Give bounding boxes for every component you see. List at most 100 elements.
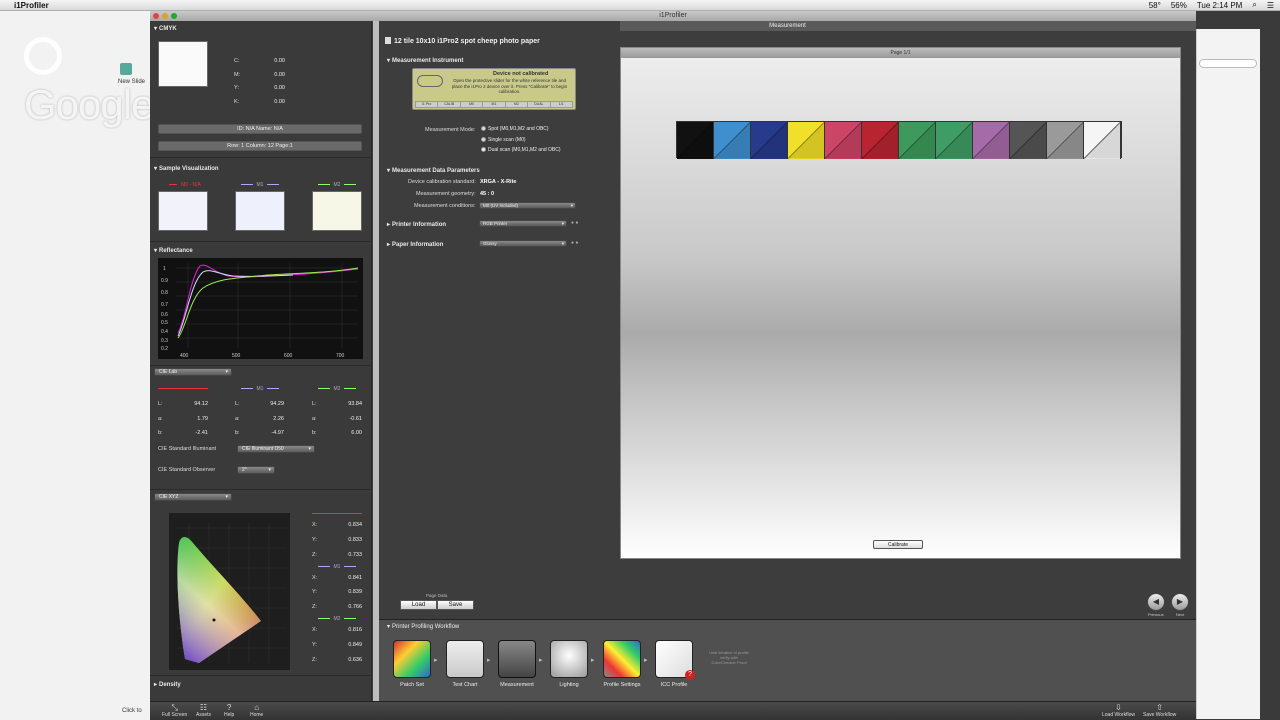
color-patch xyxy=(1047,122,1084,159)
xyz-z-label-m0: Z: xyxy=(312,552,317,558)
clock[interactable]: Tue 2:14 PM xyxy=(1197,1,1243,10)
lab-a-m1: 2.26 xyxy=(273,416,284,422)
new-slide-label[interactable]: New Slide xyxy=(118,79,145,85)
cmyk-m-label: M: xyxy=(234,72,241,78)
refl-ytick-0.9: 0.9 xyxy=(161,278,168,284)
patch-set-step-icon[interactable] xyxy=(393,640,431,678)
load-workflow-button[interactable]: ⇩ Load Workflow xyxy=(1102,703,1135,718)
color-patch xyxy=(973,122,1010,159)
bottom-toolbar: ⤡ Full Screen ☷ Assets ? Help ⌂ Home ⇩ Load W… xyxy=(150,701,1196,720)
color-patch xyxy=(899,122,936,159)
device-status: Device not calibrated xyxy=(493,71,549,77)
lab-l-m2: 93.84 xyxy=(348,401,362,407)
paper-info-title[interactable]: ▸ Paper Information xyxy=(387,241,443,248)
paper-info-dropdown[interactable]: Glossy xyxy=(479,240,567,247)
lab-l-label-m2: L: xyxy=(312,401,317,407)
calibration-standard-label: Device calibration standard: xyxy=(408,179,476,185)
printer-info-options[interactable]: ● ● xyxy=(571,220,578,226)
xyz-y-m0: 0.833 xyxy=(348,537,362,543)
xyz-y-m2: 0.849 xyxy=(348,642,362,648)
sample-visualization-title[interactable]: ▾ Sample Visualization xyxy=(154,165,219,172)
full-screen-button[interactable]: ⤡ Full Screen xyxy=(162,703,187,718)
window-title: i1Profiler xyxy=(659,12,687,19)
printer-info-dropdown[interactable]: RGB Printer xyxy=(479,220,567,227)
illuminant-dropdown[interactable]: CIE Illuminant D50 xyxy=(237,445,315,453)
device-bar-item: i1 Pro xyxy=(416,102,438,107)
cie-lab-dropdown[interactable]: CIE Lab xyxy=(154,368,232,376)
density-section-title[interactable]: ▸ Density xyxy=(154,681,181,688)
spotlight-icon[interactable]: ⌕ xyxy=(1252,0,1256,10)
workflow-note: Until iterative of profile verify with C… xyxy=(709,650,749,665)
measurement-mode-label: Measurement Mode: xyxy=(425,127,476,133)
menubar-app-name[interactable]: i1Profiler xyxy=(14,1,49,10)
xyz-z-m2: 0.636 xyxy=(348,657,362,663)
color-patch xyxy=(1010,122,1047,159)
conditions-dropdown[interactable]: M0 (UV Included) xyxy=(479,202,576,209)
battery-status[interactable]: 56% xyxy=(1171,1,1187,10)
observer-dropdown[interactable]: 2° xyxy=(237,466,275,474)
save-workflow-button[interactable]: ⇧ Save Workflow xyxy=(1143,703,1176,718)
new-slide-icon[interactable] xyxy=(120,63,132,75)
refl-ytick-0.3: 0.3 xyxy=(161,338,168,344)
save-button[interactable]: Save xyxy=(437,600,474,610)
help-button[interactable]: ? Help xyxy=(224,703,234,718)
workflow-title[interactable]: ▾ Printer Profiling Workflow xyxy=(387,623,459,630)
refl-ytick-0.5: 0.5 xyxy=(161,320,168,326)
cmyk-y-value: 0.00 xyxy=(274,85,285,91)
instrument-section-title[interactable]: ▾ Measurement Instrument xyxy=(387,57,463,64)
zoom-window-button[interactable] xyxy=(171,13,177,19)
test-chart-step-icon[interactable] xyxy=(446,640,484,678)
lab-b-m1: -4.97 xyxy=(271,430,284,436)
mode-single-scan-radio[interactable]: Single scan (M0) xyxy=(481,137,526,143)
assets-button[interactable]: ☷ Assets xyxy=(196,703,211,718)
weather-temp[interactable]: 58° xyxy=(1149,1,1161,10)
search-field[interactable] xyxy=(1199,59,1257,68)
geometry-label: Measurement geometry: xyxy=(416,191,476,197)
cmyk-m-value: 0.00 xyxy=(274,72,285,78)
minimize-window-button[interactable] xyxy=(162,13,168,19)
arrow-icon: ▸ xyxy=(591,657,595,664)
mode-spot-radio[interactable]: Spot (M0,M1,M2 and OBC) xyxy=(481,126,549,132)
mode-dual-scan-radio[interactable]: Dual scan (M0,M1,M2 and OBC) xyxy=(481,147,561,153)
home-button[interactable]: ⌂ Home xyxy=(250,703,263,718)
mac-menubar: i1Profiler 58° 56% Tue 2:14 PM ⌕ ☰ xyxy=(0,0,1280,11)
list-icon[interactable]: ☰ xyxy=(1267,1,1274,10)
previous-button[interactable]: ◀ xyxy=(1147,593,1165,611)
close-window-button[interactable] xyxy=(153,13,159,19)
data-params-section-title[interactable]: ▾ Measurement Data Parameters xyxy=(387,167,480,174)
cie-xyz-dropdown[interactable]: CIE XYZ xyxy=(154,493,232,501)
lab-b-m2: 6.00 xyxy=(351,430,362,436)
workflow-bar: ▾ Printer Profiling Workflow Patch Set ▸ … xyxy=(379,619,1196,701)
xyz-y-label-m2: Y: xyxy=(312,642,317,648)
device-bar-item: CALIB xyxy=(438,102,460,107)
calibrate-button[interactable]: Calibrate xyxy=(873,540,923,549)
refl-ytick-0.4: 0.4 xyxy=(161,329,168,335)
patch-set-label: Patch Set xyxy=(400,682,424,688)
illuminant-label: CIE Standard Illuminant xyxy=(158,446,217,452)
refl-ytick-0.6: 0.6 xyxy=(161,312,168,318)
icc-profile-label: ICC Profile xyxy=(660,682,688,688)
load-button[interactable]: Load xyxy=(400,600,437,610)
xyz-x-label-m1: X: xyxy=(312,575,318,581)
printer-info-title[interactable]: ▸ Printer Information xyxy=(387,221,446,228)
next-button[interactable]: ▶ xyxy=(1171,593,1189,611)
profile-settings-step-icon[interactable] xyxy=(603,640,641,678)
paper-info-options[interactable]: ● ● xyxy=(571,240,578,246)
cmyk-section-title[interactable]: ▾ CMYK xyxy=(154,25,177,32)
color-patch xyxy=(825,122,862,159)
device-message: Open the protective slider for the white… xyxy=(451,78,568,94)
legend-m1: M1 xyxy=(235,182,285,188)
sample-m0-swatch xyxy=(158,191,208,231)
document-title: 12 tile 10x10 i1Pro2 spot cheep photo pa… xyxy=(394,38,540,45)
refl-ytick-1: 1 xyxy=(163,266,166,272)
measurement-step-icon[interactable] xyxy=(498,640,536,678)
lighting-step-icon[interactable] xyxy=(550,640,588,678)
device-bar-item: M1 xyxy=(483,102,505,107)
color-patch xyxy=(936,122,973,159)
refl-xtick-400: 400 xyxy=(180,353,189,359)
color-patch xyxy=(751,122,788,159)
color-patch xyxy=(714,122,751,159)
reflectance-title[interactable]: ▾ Reflectance xyxy=(154,247,193,254)
refl-ytick-0.7: 0.7 xyxy=(161,302,168,308)
device-bar-item: 1/1 xyxy=(550,102,572,107)
